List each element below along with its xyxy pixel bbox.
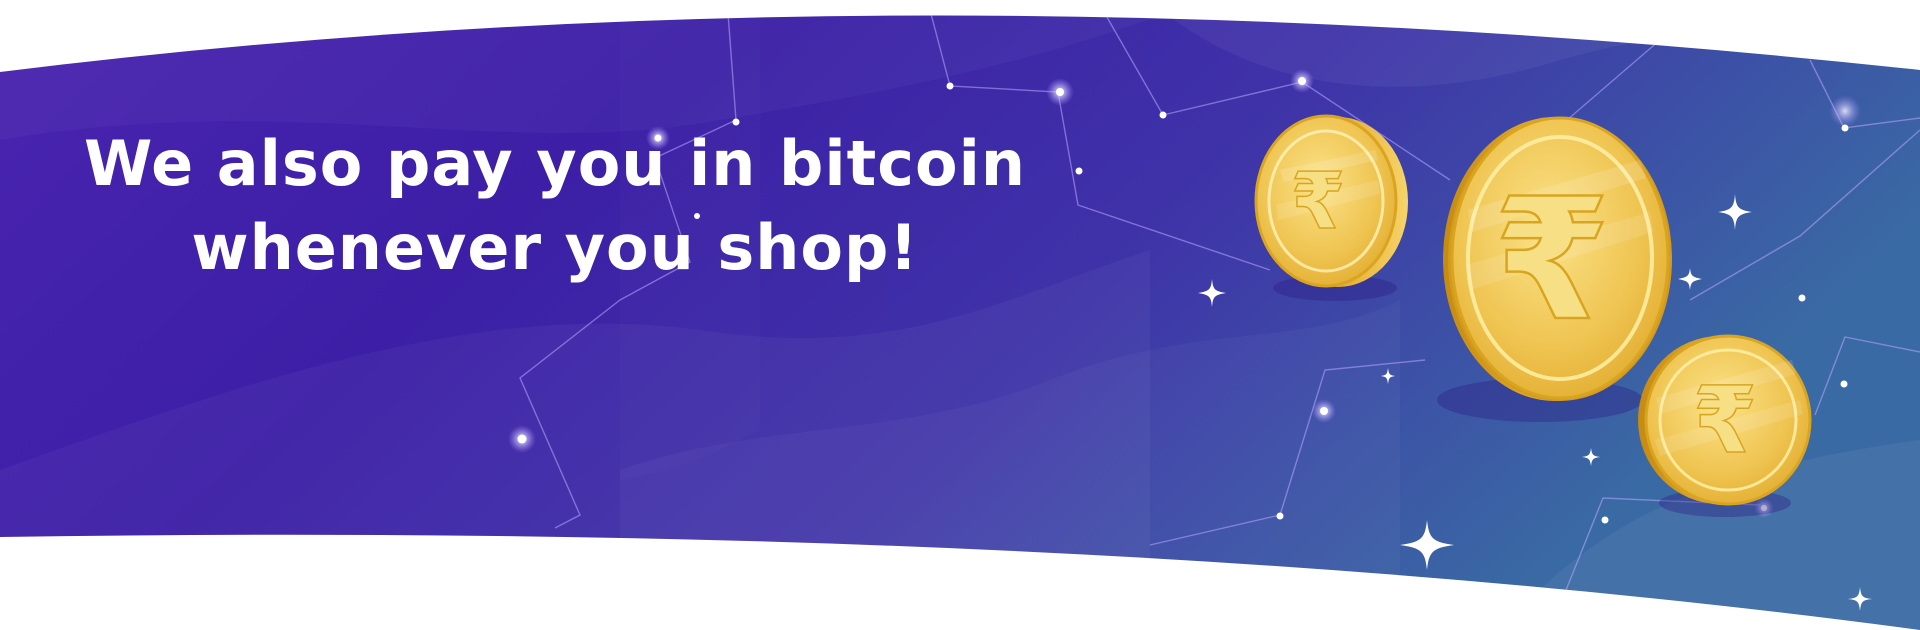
headline-line-1: We also pay you in bitcoin [83, 127, 1026, 200]
promo-banner: ₹ ₹ ₹ We also pay you in bitcoin wheneve… [0, 0, 1920, 630]
banner-artwork: ₹ ₹ ₹ [0, 15, 1920, 630]
rupee-symbol-large: ₹ [1494, 162, 1611, 358]
rupee-symbol-small: ₹ [1291, 157, 1345, 247]
banner-headline: We also pay you in bitcoin whenever you … [40, 122, 1070, 290]
rupee-symbol-medium: ₹ [1693, 367, 1757, 474]
headline-line-2: whenever you shop! [191, 211, 919, 284]
